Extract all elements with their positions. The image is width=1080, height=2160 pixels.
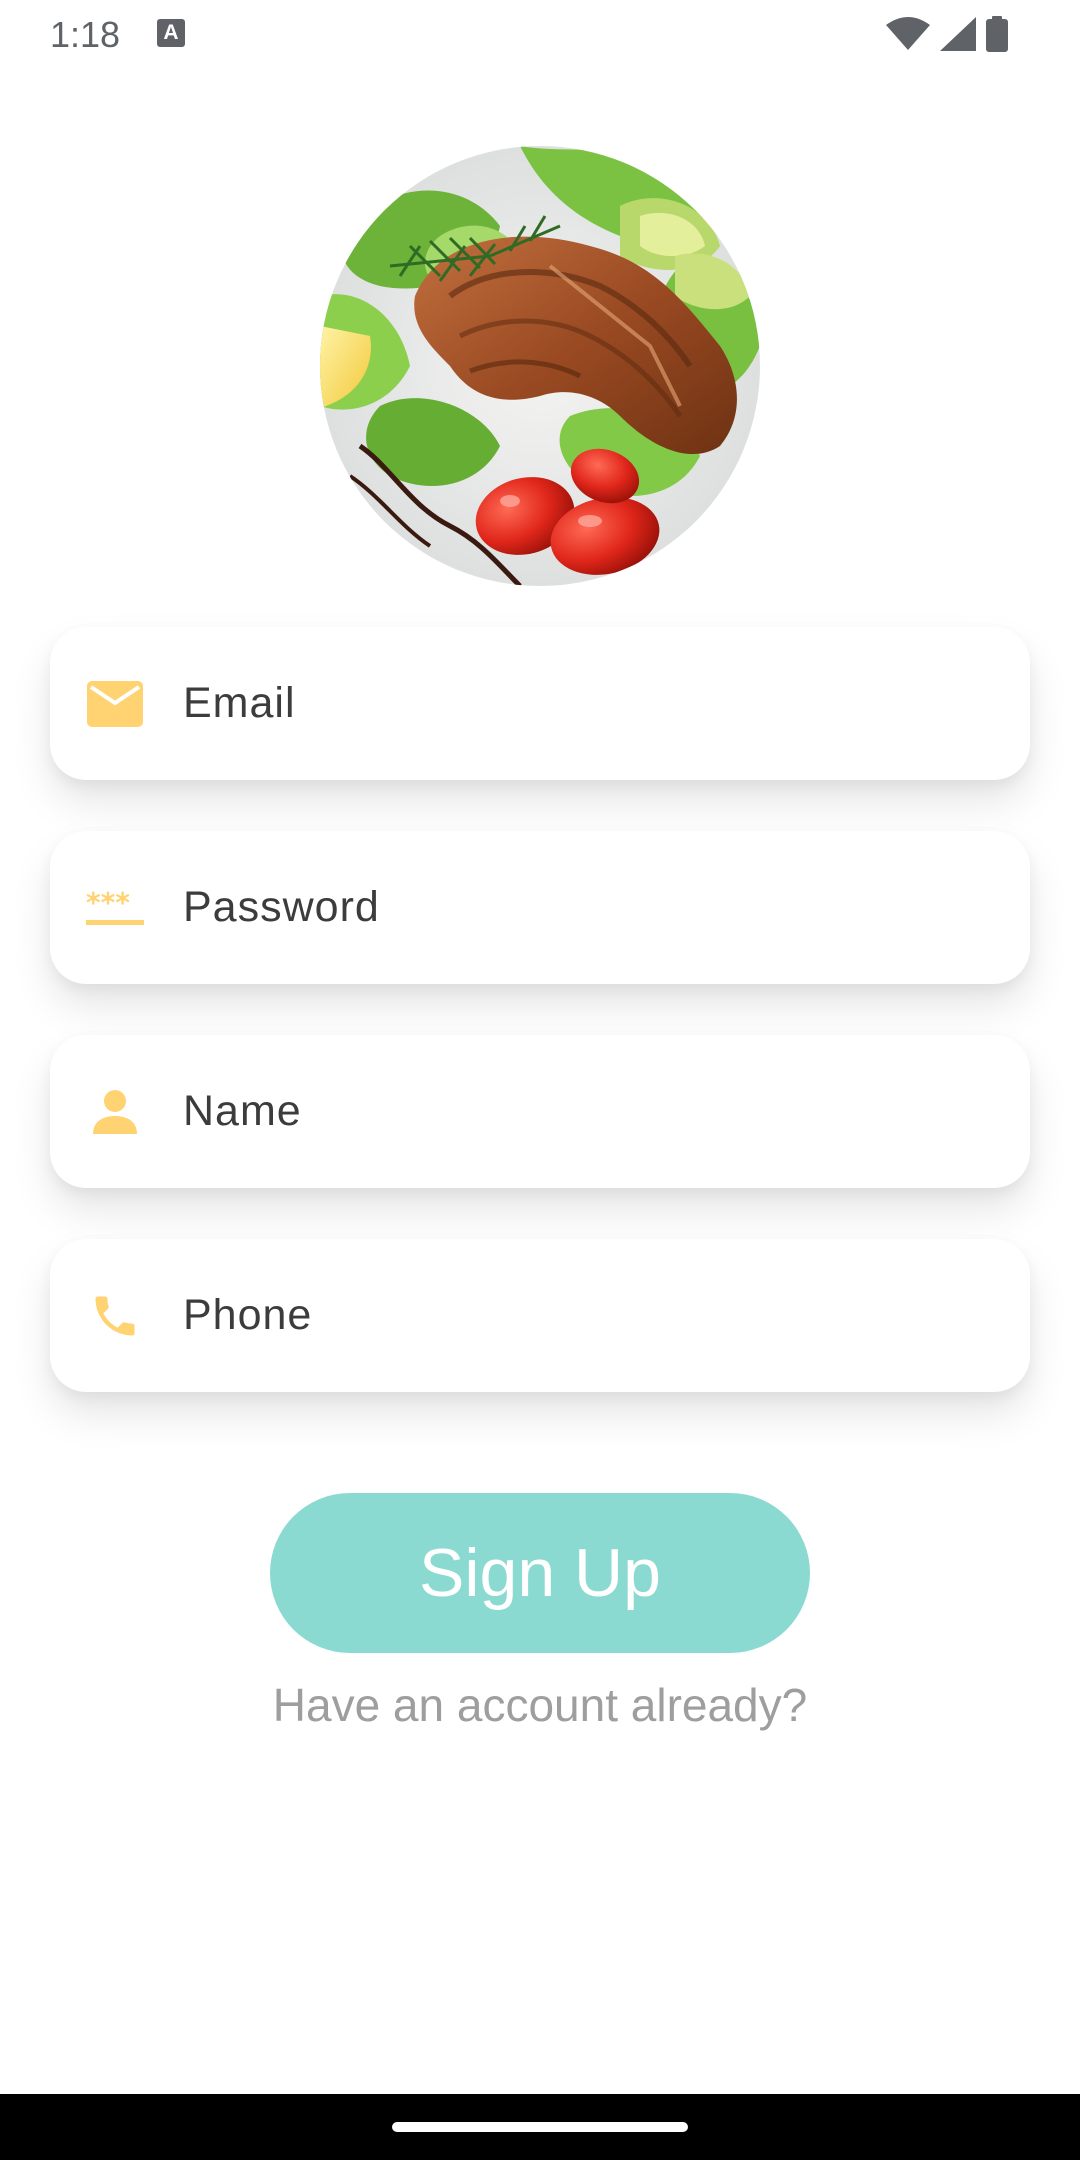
- password-field-card[interactable]: ***: [50, 831, 1030, 984]
- food-illustration: [320, 146, 760, 586]
- home-indicator[interactable]: [392, 2122, 688, 2132]
- battery-icon: [986, 16, 1008, 52]
- person-icon: [86, 1083, 144, 1141]
- password-icon: ***: [86, 879, 144, 937]
- password-input[interactable]: [183, 831, 983, 984]
- phone-field-card[interactable]: [50, 1239, 1030, 1392]
- sign-up-button[interactable]: Sign Up: [270, 1493, 810, 1653]
- keyboard-a-icon: A: [157, 19, 185, 47]
- phone-input[interactable]: [183, 1239, 983, 1392]
- status-icons: [886, 14, 1008, 54]
- name-input[interactable]: [183, 1035, 983, 1188]
- name-field-card[interactable]: [50, 1035, 1030, 1188]
- navigation-bar: [0, 2094, 1080, 2160]
- email-input[interactable]: [183, 627, 983, 780]
- status-bar: 1:18 A: [0, 0, 1080, 66]
- status-time: 1:18: [50, 14, 121, 55]
- wifi-icon: [886, 17, 930, 50]
- signup-screen: 1:18 A Email *** Name Phone Sign Up Have…: [0, 0, 1080, 2160]
- grilled-salmon-salad-photo: [320, 146, 760, 586]
- cellular-signal-icon: [940, 17, 976, 51]
- have-account-link[interactable]: Have an account already?: [0, 1678, 1080, 1732]
- email-field-card[interactable]: [50, 627, 1030, 780]
- phone-icon: [86, 1287, 144, 1345]
- svg-text:***: ***: [86, 888, 130, 919]
- email-icon: [86, 675, 144, 733]
